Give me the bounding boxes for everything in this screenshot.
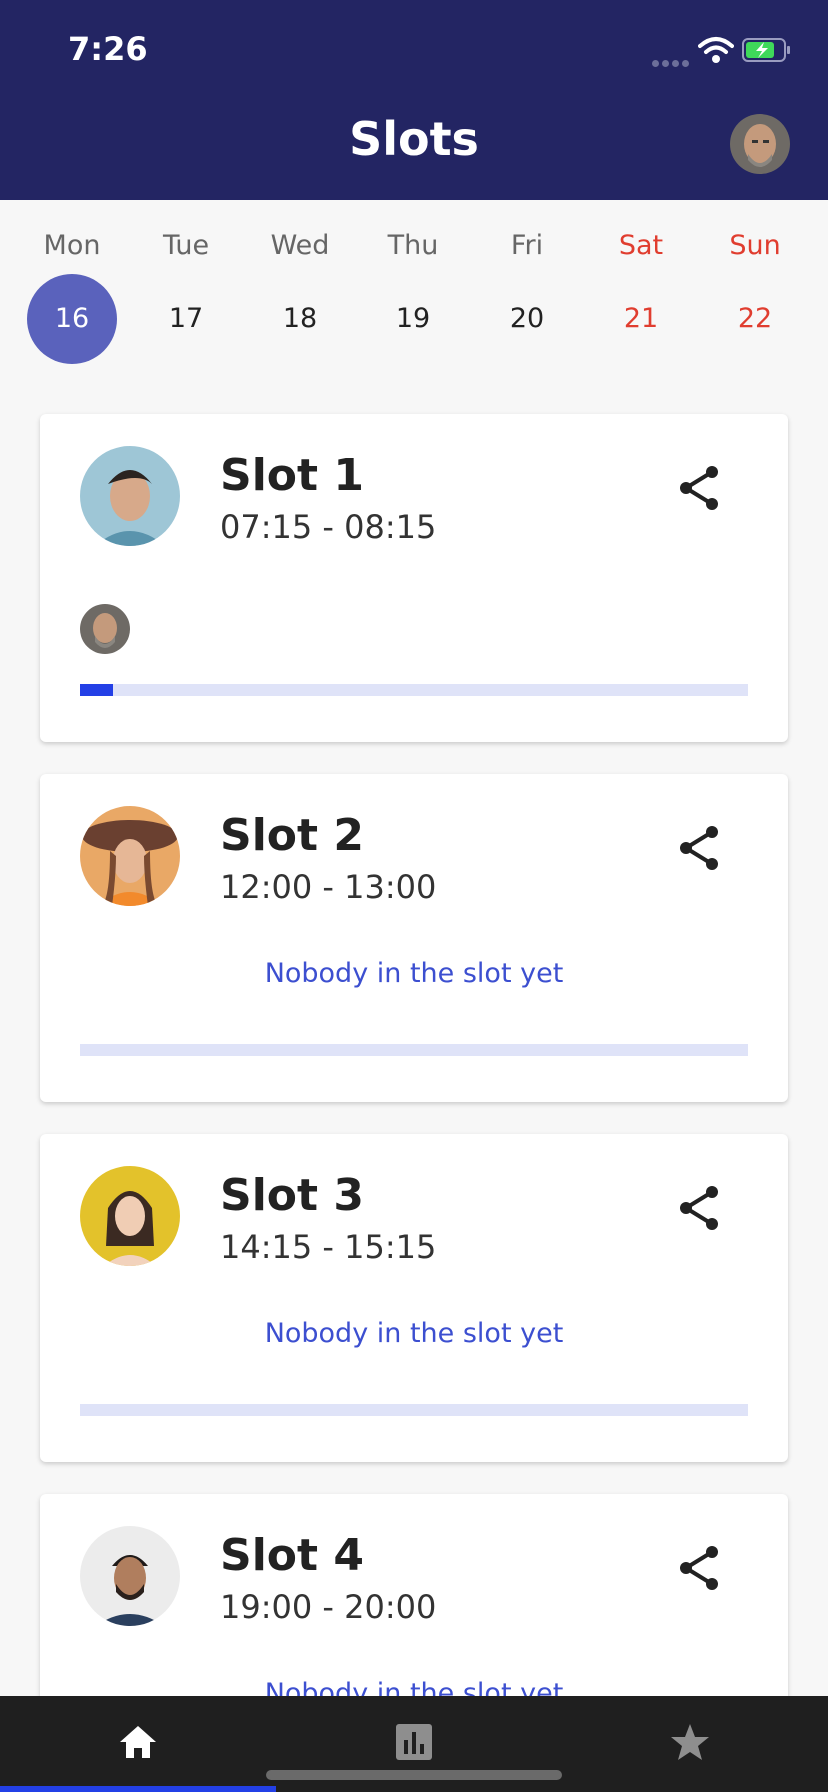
day-number: 19 bbox=[395, 303, 431, 334]
share-icon bbox=[680, 826, 718, 870]
week-selector: Mon 16 Tue 17 Wed 18 Thu 19 Fri 20 Sat 2… bbox=[0, 200, 828, 370]
home-icon bbox=[120, 1726, 156, 1758]
slot-progress-bar bbox=[80, 1404, 748, 1416]
share-icon bbox=[680, 1186, 718, 1230]
day-number: 20 bbox=[509, 303, 545, 334]
day-wed[interactable]: Wed 18 bbox=[243, 200, 357, 370]
empty-slot-message: Nobody in the slot yet bbox=[264, 958, 564, 989]
day-name: Tue bbox=[162, 230, 210, 261]
slot-time: 07:15 - 08:15 bbox=[220, 508, 437, 546]
day-mon[interactable]: Mon 16 bbox=[15, 200, 129, 370]
day-name: Wed bbox=[270, 230, 330, 261]
day-number: 16 bbox=[27, 274, 117, 364]
slot-host-avatar bbox=[80, 1526, 180, 1626]
day-name: Thu bbox=[387, 230, 439, 261]
slot-time: 19:00 - 20:00 bbox=[220, 1588, 437, 1626]
wifi-icon bbox=[698, 36, 734, 66]
empty-slot-message: Nobody in the slot yet bbox=[264, 1318, 564, 1349]
share-icon bbox=[680, 1546, 718, 1590]
nav-active-indicator bbox=[0, 1786, 276, 1792]
slot-title: Slot 1 bbox=[220, 450, 364, 501]
slot-title: Slot 2 bbox=[220, 810, 364, 861]
signal-icon bbox=[652, 52, 692, 67]
share-icon bbox=[680, 466, 718, 510]
slot-host-avatar bbox=[80, 1166, 180, 1266]
battery-icon bbox=[742, 38, 792, 62]
slot-progress-bar bbox=[80, 684, 748, 696]
share-button[interactable] bbox=[670, 818, 730, 878]
page-title: Slots bbox=[349, 112, 479, 166]
user-avatar[interactable] bbox=[730, 114, 790, 174]
slot-time: 14:15 - 15:15 bbox=[220, 1228, 437, 1266]
day-name: Sun bbox=[729, 230, 781, 261]
app-header: 7:26 Slots bbox=[0, 0, 828, 200]
share-button[interactable] bbox=[670, 1538, 730, 1598]
day-fri[interactable]: Fri 20 bbox=[470, 200, 584, 370]
day-number: 17 bbox=[168, 303, 204, 334]
day-name: Mon bbox=[43, 230, 101, 261]
day-number: 18 bbox=[282, 303, 318, 334]
slot-host-avatar bbox=[80, 806, 180, 906]
day-number: 22 bbox=[737, 303, 773, 334]
slot-card[interactable]: Slot 1 07:15 - 08:15 bbox=[40, 414, 788, 742]
slot-title: Slot 4 bbox=[220, 1530, 364, 1581]
slot-time: 12:00 - 13:00 bbox=[220, 868, 437, 906]
day-thu[interactable]: Thu 19 bbox=[356, 200, 470, 370]
day-name: Sat bbox=[618, 230, 664, 261]
day-sat[interactable]: Sat 21 bbox=[584, 200, 698, 370]
nav-favorites[interactable] bbox=[552, 1696, 828, 1792]
star-icon bbox=[671, 1724, 709, 1760]
day-number: 21 bbox=[623, 303, 659, 334]
slot-card[interactable]: Slot 3 14:15 - 15:15 Nobody in the slot … bbox=[40, 1134, 788, 1462]
slot-progress-fill bbox=[80, 684, 114, 696]
bar-chart-icon bbox=[396, 1724, 432, 1760]
day-name: Fri bbox=[510, 230, 544, 261]
day-tue[interactable]: Tue 17 bbox=[129, 200, 243, 370]
share-button[interactable] bbox=[670, 458, 730, 518]
attendee-avatar bbox=[80, 604, 130, 654]
slot-progress-bar bbox=[80, 1044, 748, 1056]
share-button[interactable] bbox=[670, 1178, 730, 1238]
day-sun[interactable]: Sun 22 bbox=[698, 200, 812, 370]
home-indicator bbox=[266, 1770, 562, 1780]
status-time: 7:26 bbox=[68, 30, 148, 68]
slot-host-avatar bbox=[80, 446, 180, 546]
nav-home[interactable] bbox=[0, 1696, 276, 1792]
slot-card[interactable]: Slot 2 12:00 - 13:00 Nobody in the slot … bbox=[40, 774, 788, 1102]
status-bar: 7:26 bbox=[0, 0, 828, 100]
slot-title: Slot 3 bbox=[220, 1170, 364, 1221]
